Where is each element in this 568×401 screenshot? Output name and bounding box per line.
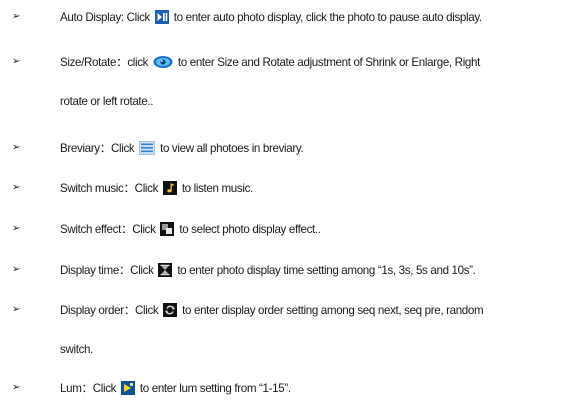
- item-description: to listen music.: [181, 182, 253, 195]
- eye-icon: [153, 55, 173, 69]
- item-description: to select photo display effect..: [179, 223, 321, 236]
- item-continuation: switch.: [60, 343, 93, 356]
- item-line: Lum：Click to enter lum setting from “1-1…: [60, 381, 291, 396]
- item-description: to enter Size and Rotate adjustment of S…: [177, 56, 480, 69]
- item-description: to view all photoes in breviary.: [160, 142, 304, 155]
- item-label: Breviary：Click: [60, 142, 135, 155]
- item-line: Switch music：Click to listen music.: [60, 181, 253, 196]
- item-line: Breviary：Click to view all photoes in br…: [60, 141, 304, 156]
- item-description: to enter auto photo display, click the p…: [173, 11, 482, 24]
- bullet-arrow-icon: ➢: [12, 11, 21, 22]
- item-description: to enter display order setting among seq…: [182, 304, 484, 317]
- item-line: Size/Rotate：click to enter Size and Rota…: [60, 55, 480, 70]
- item-label: Display time：Click: [60, 264, 154, 277]
- list-icon: [139, 141, 156, 155]
- item-description: to enter photo display time setting amon…: [177, 264, 476, 277]
- item-line: Display order：Click to enter display ord…: [60, 303, 484, 318]
- bullet-arrow-icon: ➢: [12, 182, 21, 193]
- item-label: Lum：Click: [60, 382, 117, 395]
- bullet-arrow-icon: ➢: [12, 264, 21, 275]
- music-note-icon: [162, 181, 177, 195]
- item-line: Auto Display: Click to enter auto photo …: [60, 10, 482, 25]
- item-description: to enter lum setting from “1-15”.: [139, 382, 291, 395]
- item-label: Auto Display: Click: [60, 11, 150, 24]
- play-pause-icon: [154, 10, 169, 24]
- bullet-arrow-icon: ➢: [12, 223, 21, 234]
- item-label: Size/Rotate：click: [60, 56, 149, 69]
- item-continuation: rotate or left rotate..: [60, 95, 154, 108]
- item-label: Display order：Click: [60, 304, 159, 317]
- bullet-arrow-icon: ➢: [12, 56, 21, 67]
- effect-icon: [160, 222, 175, 236]
- order-icon: [163, 303, 178, 317]
- item-label: Switch music：Click: [60, 182, 159, 195]
- item-line: Switch effect：Click to select photo disp…: [60, 222, 321, 237]
- hourglass-icon: [158, 263, 173, 277]
- bullet-arrow-icon: ➢: [12, 304, 21, 315]
- brightness-icon: [121, 381, 135, 395]
- item-label: Switch effect：Click: [60, 223, 156, 236]
- item-line: Display time：Click to enter photo displa…: [60, 263, 476, 278]
- bullet-arrow-icon: ➢: [12, 382, 21, 393]
- bullet-arrow-icon: ➢: [12, 142, 21, 153]
